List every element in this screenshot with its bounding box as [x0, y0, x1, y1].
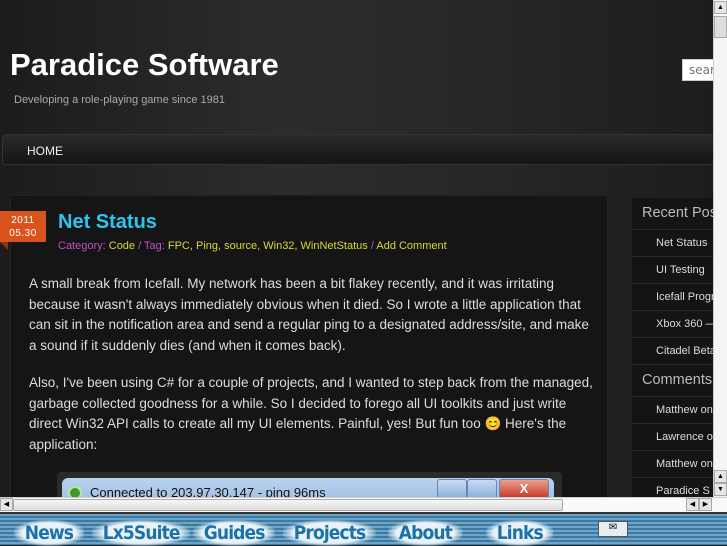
app-icon [68, 486, 82, 497]
window-title: Connected to 203.97.30.147 - ping 96ms [90, 485, 326, 497]
date-month-day: 05.30 [9, 228, 37, 239]
tag-label: / Tag: [135, 240, 168, 252]
horizontal-scrollbar[interactable]: ◀ ◀ ▶ [0, 497, 727, 512]
nav-projects[interactable]: Projects [283, 520, 377, 546]
close-icon: X [499, 479, 549, 497]
nav-links[interactable]: Links [486, 520, 554, 546]
recent-post-link[interactable]: Net Status [632, 230, 713, 257]
post-screenshot: Connected to 203.97.30.147 - ping 96ms X [57, 472, 562, 497]
comment-link[interactable]: Matthew on [632, 397, 713, 424]
post-title[interactable]: Net Status [58, 211, 157, 234]
recent-post-link[interactable]: UI Testing [632, 257, 713, 284]
scroll-thumb[interactable] [13, 499, 563, 511]
comment-link[interactable]: Paradice S [632, 478, 713, 497]
nav-home[interactable]: HOME [27, 144, 63, 158]
recent-post-link[interactable]: Icefall Progress [632, 284, 713, 311]
category-label: Category: [58, 240, 109, 252]
comment-link[interactable]: Matthew on [632, 451, 713, 478]
post-paragraph: Also, I've been using C# for a couple of… [29, 375, 593, 452]
main-nav: HOME [2, 134, 713, 165]
maximize-icon [467, 479, 497, 497]
site-tagline: Developing a role-playing game since 198… [14, 94, 225, 106]
scroll-down-icon[interactable]: ▼ [714, 483, 727, 496]
post-meta: Category: Code / Tag: FPC, Ping, source,… [58, 240, 447, 252]
recent-post-link[interactable]: Xbox 360 — [632, 311, 713, 338]
app-window: Connected to 203.97.30.147 - ping 96ms X [62, 478, 554, 497]
tag-links[interactable]: FPC, Ping, source, Win32, WinNetStatus [168, 240, 368, 252]
minimize-icon [437, 479, 467, 497]
add-comment-link[interactable]: Add Comment [376, 240, 446, 252]
contact-mail-icon[interactable]: ✉ [598, 521, 628, 537]
recent-post-link[interactable]: Citadel Beta [632, 338, 713, 365]
comments-heading: Comments [632, 365, 713, 397]
search-input[interactable] [682, 59, 713, 81]
nav-guides[interactable]: Guides [193, 520, 276, 546]
scroll-left-icon[interactable]: ◀ [0, 498, 13, 511]
scroll-up-icon[interactable]: ▲ [714, 1, 727, 14]
date-year: 2011 [11, 215, 35, 226]
comment-link[interactable]: Lawrence on [632, 424, 713, 451]
scroll-left-icon[interactable]: ◀ [686, 498, 699, 511]
nav-lx5suite[interactable]: Lx5Suite [92, 520, 191, 546]
post-paragraph: A small break from Icefall. My network h… [29, 276, 589, 353]
scroll-thumb[interactable] [714, 16, 727, 38]
sidebar: Recent Posts Net Status UI Testing Icefa… [632, 198, 713, 497]
scroll-right-icon[interactable]: ▶ [699, 498, 712, 511]
nav-news[interactable]: News [14, 520, 84, 546]
category-link[interactable]: Code [109, 240, 135, 252]
recent-posts-heading: Recent Posts [632, 198, 713, 230]
scroll-up-icon[interactable]: ▲ [714, 470, 727, 483]
nav-about[interactable]: About [388, 520, 463, 546]
date-badge: 2011 05.30 [0, 211, 46, 250]
site-title[interactable]: Paradice Software [10, 47, 279, 83]
vertical-scrollbar[interactable]: ▲ ▲ ▼ [713, 0, 727, 497]
webpage: Paradice Software Developing a role-play… [0, 0, 713, 497]
